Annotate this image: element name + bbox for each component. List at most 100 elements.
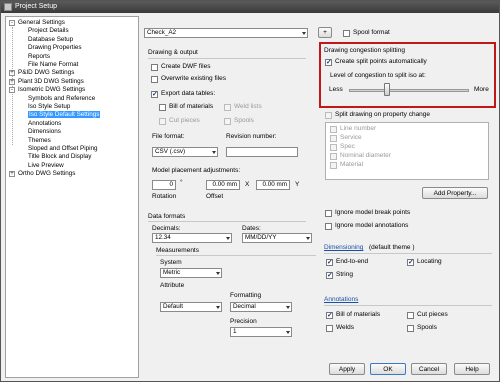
tree-item[interactable]: Isometric DWG Settings [18,86,85,94]
formatting-dropdown[interactable]: Decimal [230,302,292,312]
property-checkbox[interactable] [330,153,337,160]
system-value: Metric [163,269,181,276]
annotations-link[interactable]: Annotations [324,296,358,304]
weld-lists-checkbox[interactable] [224,104,231,111]
tree-item[interactable]: Themes [28,137,51,145]
slider-more-label: More [474,86,489,93]
spools-checkbox[interactable] [224,118,231,125]
tree-item-label: Reports [28,52,51,60]
expand-icon[interactable]: + [9,78,15,85]
tree-item[interactable]: General Settings [18,19,65,27]
split-property-checkbox[interactable] [325,112,332,119]
split-property-list[interactable]: Line number Service Spec Nominal diameter Ma… [325,122,489,180]
rotation-unit: ° [180,179,183,186]
auto-split-checkbox[interactable] [325,58,332,66]
string-checkbox[interactable] [326,271,333,279]
formatting-value: Decimal [233,303,256,310]
dates-label: Dates: [242,225,261,232]
tree-item-label: Project Details [28,27,69,35]
rotation-input[interactable]: 0 [152,180,176,190]
ok-button[interactable]: OK [370,363,406,375]
apply-button[interactable]: Apply [329,363,365,375]
annot-spools-checkbox[interactable] [407,325,414,332]
annot-welds-checkbox[interactable] [326,325,333,332]
offset-x-label: X [245,181,250,188]
overwrite-checkbox[interactable] [151,76,158,83]
tree-item-label: Title Block and Display [28,153,92,161]
tree-item[interactable]: Drawing Properties [28,44,82,52]
create-dwf-label: Create DWF files [161,63,211,70]
tree-item[interactable]: Project Details [28,27,69,35]
cut-pieces-checkbox[interactable] [159,118,166,125]
decimals-dropdown[interactable]: 12.34 [152,233,232,243]
property-label: Nominal diameter [340,152,391,159]
congestion-slider-track[interactable] [349,89,469,92]
divider [148,221,306,222]
expand-icon[interactable]: + [9,70,15,77]
measurements-label: Measurements [156,247,199,254]
create-dwf-checkbox[interactable] [151,64,158,71]
dimensioning-link[interactable]: Dimensioning [324,244,363,252]
annot-bom-checkbox[interactable] [326,311,333,319]
add-style-button[interactable]: + [318,27,332,38]
file-format-value: CSV (.csv) [155,148,186,155]
dates-value: MM/DD/YY [245,234,277,241]
offset-x-input[interactable]: 0.00 mm [206,180,240,190]
cancel-button[interactable]: Cancel [411,363,447,375]
dates-dropdown[interactable]: MM/DD/YY [242,233,312,243]
window-title: Project Setup [15,3,58,10]
tree-item[interactable]: Plant 3D DWG Settings [18,78,84,86]
tree-item[interactable]: Iso Style Default Settings [28,111,101,119]
title-bar: Project Setup [1,1,499,13]
revision-number-input[interactable] [226,147,298,157]
collapse-icon[interactable]: - [9,87,15,94]
iso-style-dropdown[interactable]: Check_A2 [144,28,308,38]
tree-item[interactable]: P&ID DWG Settings [18,69,74,77]
ignore-break-points-label: Ignore model break points [335,209,411,216]
tree-item-label: Iso Style Setup [28,103,71,110]
tree-item[interactable]: Reports [28,53,50,61]
locating-checkbox[interactable] [407,258,414,266]
decimals-label: Decimals: [152,225,181,232]
expand-icon[interactable]: + [9,171,15,178]
annot-cut-pieces-checkbox[interactable] [407,312,414,319]
export-tables-checkbox[interactable] [151,90,158,98]
system-dropdown[interactable]: Metric [160,268,222,278]
tree-item[interactable]: Live Preview [28,162,64,170]
tree-item[interactable]: Sloped and Offset Piping [28,145,98,153]
tree-item-label: Plant 3D DWG Settings [18,77,84,85]
settings-tree[interactable]: - General Settings Project Details Database… [5,16,139,378]
end-to-end-checkbox[interactable] [326,258,333,266]
file-format-dropdown[interactable]: CSV (.csv) [152,147,218,157]
rotation-label: Rotation [152,193,177,200]
spool-format-checkbox[interactable] [343,30,350,37]
property-checkbox[interactable] [330,144,337,151]
tree-item[interactable]: Dimensions [28,128,61,136]
offset-y-input[interactable]: 0.00 mm [256,180,290,190]
auto-split-label: Create split points automatically [335,58,427,65]
tree-item[interactable]: Annotations [28,120,61,128]
tree-item[interactable]: File Name Format [28,61,78,69]
precision-dropdown[interactable]: 1 [230,327,292,337]
tree-item[interactable]: Ortho DWG Settings [18,170,75,178]
tree-item-label: General Settings [18,19,65,26]
attribute-dropdown[interactable]: Default [160,302,222,312]
ignore-break-points-checkbox[interactable] [325,210,332,217]
congestion-slider-thumb[interactable] [384,83,391,96]
collapse-icon[interactable]: - [9,20,15,26]
tree-item[interactable]: Iso Style Setup [28,103,70,111]
property-checkbox[interactable] [330,162,337,169]
tree-item-label: P&ID DWG Settings [18,69,75,77]
bom-checkbox[interactable] [159,104,166,111]
add-property-button[interactable]: Add Property... [422,187,488,199]
overwrite-label: Overwrite existing files [161,75,227,82]
tree-item[interactable]: Database Setup [28,36,73,44]
property-checkbox[interactable] [330,126,337,133]
ignore-annotations-label: Ignore model annotations [335,222,409,229]
help-button[interactable]: Help [454,363,490,375]
ignore-annotations-checkbox[interactable] [325,223,332,230]
property-checkbox[interactable] [330,135,337,142]
tree-item[interactable]: Title Block and Display [28,153,91,161]
annot-welds-label: Welds [336,324,354,331]
tree-item[interactable]: Symbols and Reference [28,95,95,103]
